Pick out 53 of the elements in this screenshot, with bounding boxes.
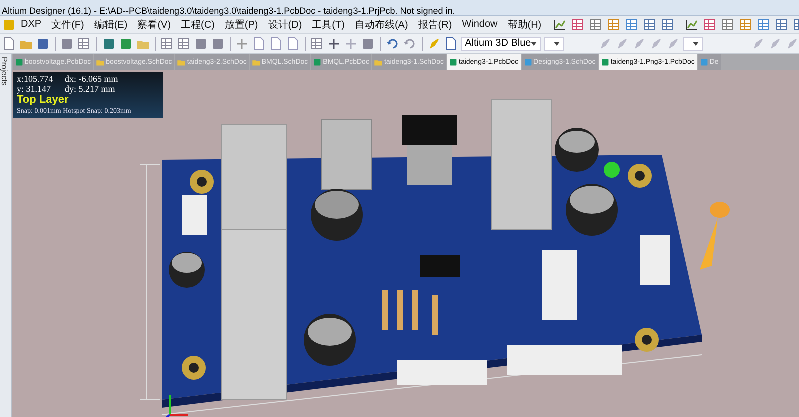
undo-icon[interactable]: [386, 36, 400, 50]
toolbar-icon[interactable]: [738, 18, 753, 32]
document-icon[interactable]: [444, 36, 458, 50]
delta-x-text: dx: -6.065 mm: [65, 74, 120, 84]
view-config-dropdown[interactable]: Altium 3D Blue: [461, 36, 542, 50]
menu-item[interactable]: 自动布线(A): [350, 18, 414, 32]
pcb-document-icon: [313, 58, 322, 66]
toolbar-icon[interactable]: [642, 18, 657, 32]
select-icon[interactable]: [310, 36, 324, 50]
light-cone-icon: [700, 202, 730, 270]
design-document-icon: [524, 58, 533, 66]
dropdown[interactable]: [544, 36, 564, 50]
menu-item[interactable]: 工程(C): [176, 18, 220, 32]
coord-y-text: y: 31.147: [17, 84, 52, 94]
toolbar-icon[interactable]: [606, 18, 621, 32]
pcb-document-icon: [600, 58, 610, 66]
toolbar-icon[interactable]: [624, 18, 639, 32]
move-icon[interactable]: [327, 36, 342, 50]
menu-item[interactable]: 工具(T): [307, 18, 350, 32]
new-file-icon[interactable]: [2, 36, 16, 50]
toolbar-icon[interactable]: [570, 18, 585, 32]
coord-x-text: x:105.774: [17, 74, 54, 84]
toolbar-icon[interactable]: [720, 18, 735, 32]
menu-item[interactable]: 放置(P): [220, 18, 264, 32]
schematic-document-icon: [177, 58, 186, 66]
redo-icon[interactable]: [402, 36, 417, 50]
design-document-icon: [700, 58, 709, 66]
toolbar-icon[interactable]: [702, 18, 717, 32]
menu-item[interactable]: 编辑(E): [89, 18, 133, 32]
chart-icon[interactable]: [684, 18, 699, 32]
toolbar-icon[interactable]: [756, 18, 771, 32]
pcb-document-icon: [15, 58, 24, 66]
projects-panel-tab[interactable]: Projects: [0, 54, 9, 86]
window-title: Altium Designer (16.1) - E:\AD--PCB\taideng3.0\taideng3.0\taideng3-1.PcbDoc - taideng3-1.PrjPcb. Not signed in.: [1, 5, 456, 18]
menu-item[interactable]: 察看(V): [132, 18, 176, 32]
schematic-document-icon: [252, 58, 261, 66]
dropdown[interactable]: [682, 36, 703, 50]
chart-icon[interactable]: [552, 18, 567, 32]
dxp-logo-icon[interactable]: [2, 18, 16, 32]
toolbar-icon[interactable]: [774, 18, 789, 32]
delta-y-text: dy: 5.217 mm: [65, 84, 116, 94]
schematic-document-icon: [374, 58, 384, 66]
menu-item[interactable]: Window: [457, 19, 503, 30]
current-layer-text: Top Layer: [17, 94, 70, 106]
menu-item[interactable]: 报告(R): [413, 18, 458, 32]
schematic-document-icon: [96, 58, 106, 66]
toolbar-icon[interactable]: [588, 18, 603, 32]
menu-item[interactable]: 设计(D): [263, 18, 308, 32]
menu-item[interactable]: 文件(F): [46, 18, 90, 32]
menu-item[interactable]: 帮助(H): [502, 18, 547, 32]
menu-item[interactable]: DXP: [16, 19, 47, 30]
toolbar-icon[interactable]: [660, 18, 675, 32]
pcb-document-icon: [449, 58, 458, 66]
